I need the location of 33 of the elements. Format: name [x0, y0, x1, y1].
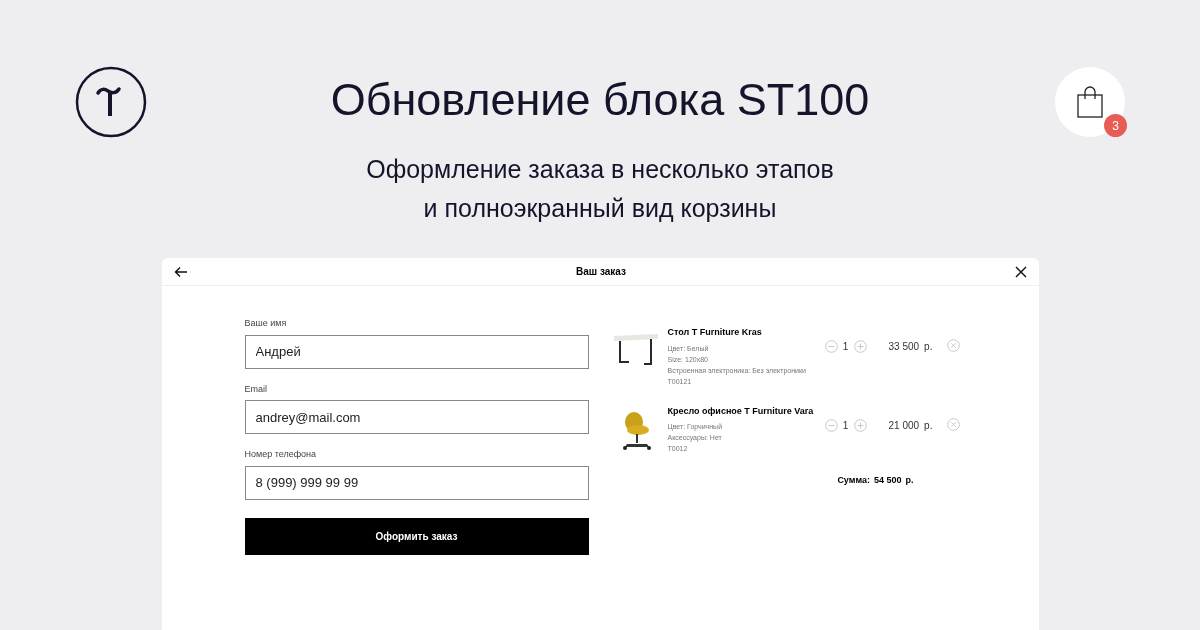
back-arrow-icon[interactable] — [173, 265, 188, 278]
minus-icon[interactable] — [824, 418, 838, 432]
subtitle-line: Оформление заказа в несколько этапов — [366, 154, 834, 185]
product-price: 33 500 — [888, 340, 920, 354]
text-field[interactable]: 8 (999) 999 99 99 — [244, 465, 589, 500]
quantity: 1 — [841, 418, 850, 433]
currency: р. — [905, 474, 914, 487]
total-amount: 54 500 — [873, 474, 902, 487]
logo-icon — [75, 66, 147, 138]
product-name: Стол T Furniture Kras — [667, 326, 763, 339]
plus-icon[interactable] — [853, 418, 867, 432]
remove-icon[interactable] — [946, 339, 960, 352]
text-field[interactable]: andrey@mail.com — [244, 400, 589, 434]
close-icon[interactable] — [1014, 265, 1027, 278]
panel-title: Ваш заказ — [576, 265, 626, 279]
remove-icon[interactable] — [946, 417, 960, 431]
product-name: Кресло офисное T Furniture Vara — [667, 404, 815, 418]
cart-count-badge: 3 — [1104, 114, 1127, 137]
quantity: 1 — [841, 340, 850, 354]
currency: р. — [924, 340, 933, 354]
page-title: Обновление блока ST100 — [330, 73, 870, 127]
text-field[interactable]: Андрей — [244, 334, 589, 369]
subtitle-line: и полноэкранный вид корзины — [423, 193, 777, 224]
total-label: Сумма: — [837, 474, 870, 487]
submit-button[interactable]: Оформить заказ — [244, 517, 589, 555]
field-label: Номер телефона — [244, 448, 318, 461]
minus-icon[interactable] — [824, 340, 838, 353]
field-label: Ваше имя — [244, 317, 288, 330]
currency: р. — [924, 418, 933, 433]
plus-icon[interactable] — [853, 340, 867, 353]
field-label: Email — [244, 382, 268, 396]
bag-icon — [1077, 86, 1103, 118]
product-price: 21 000 — [888, 418, 920, 433]
